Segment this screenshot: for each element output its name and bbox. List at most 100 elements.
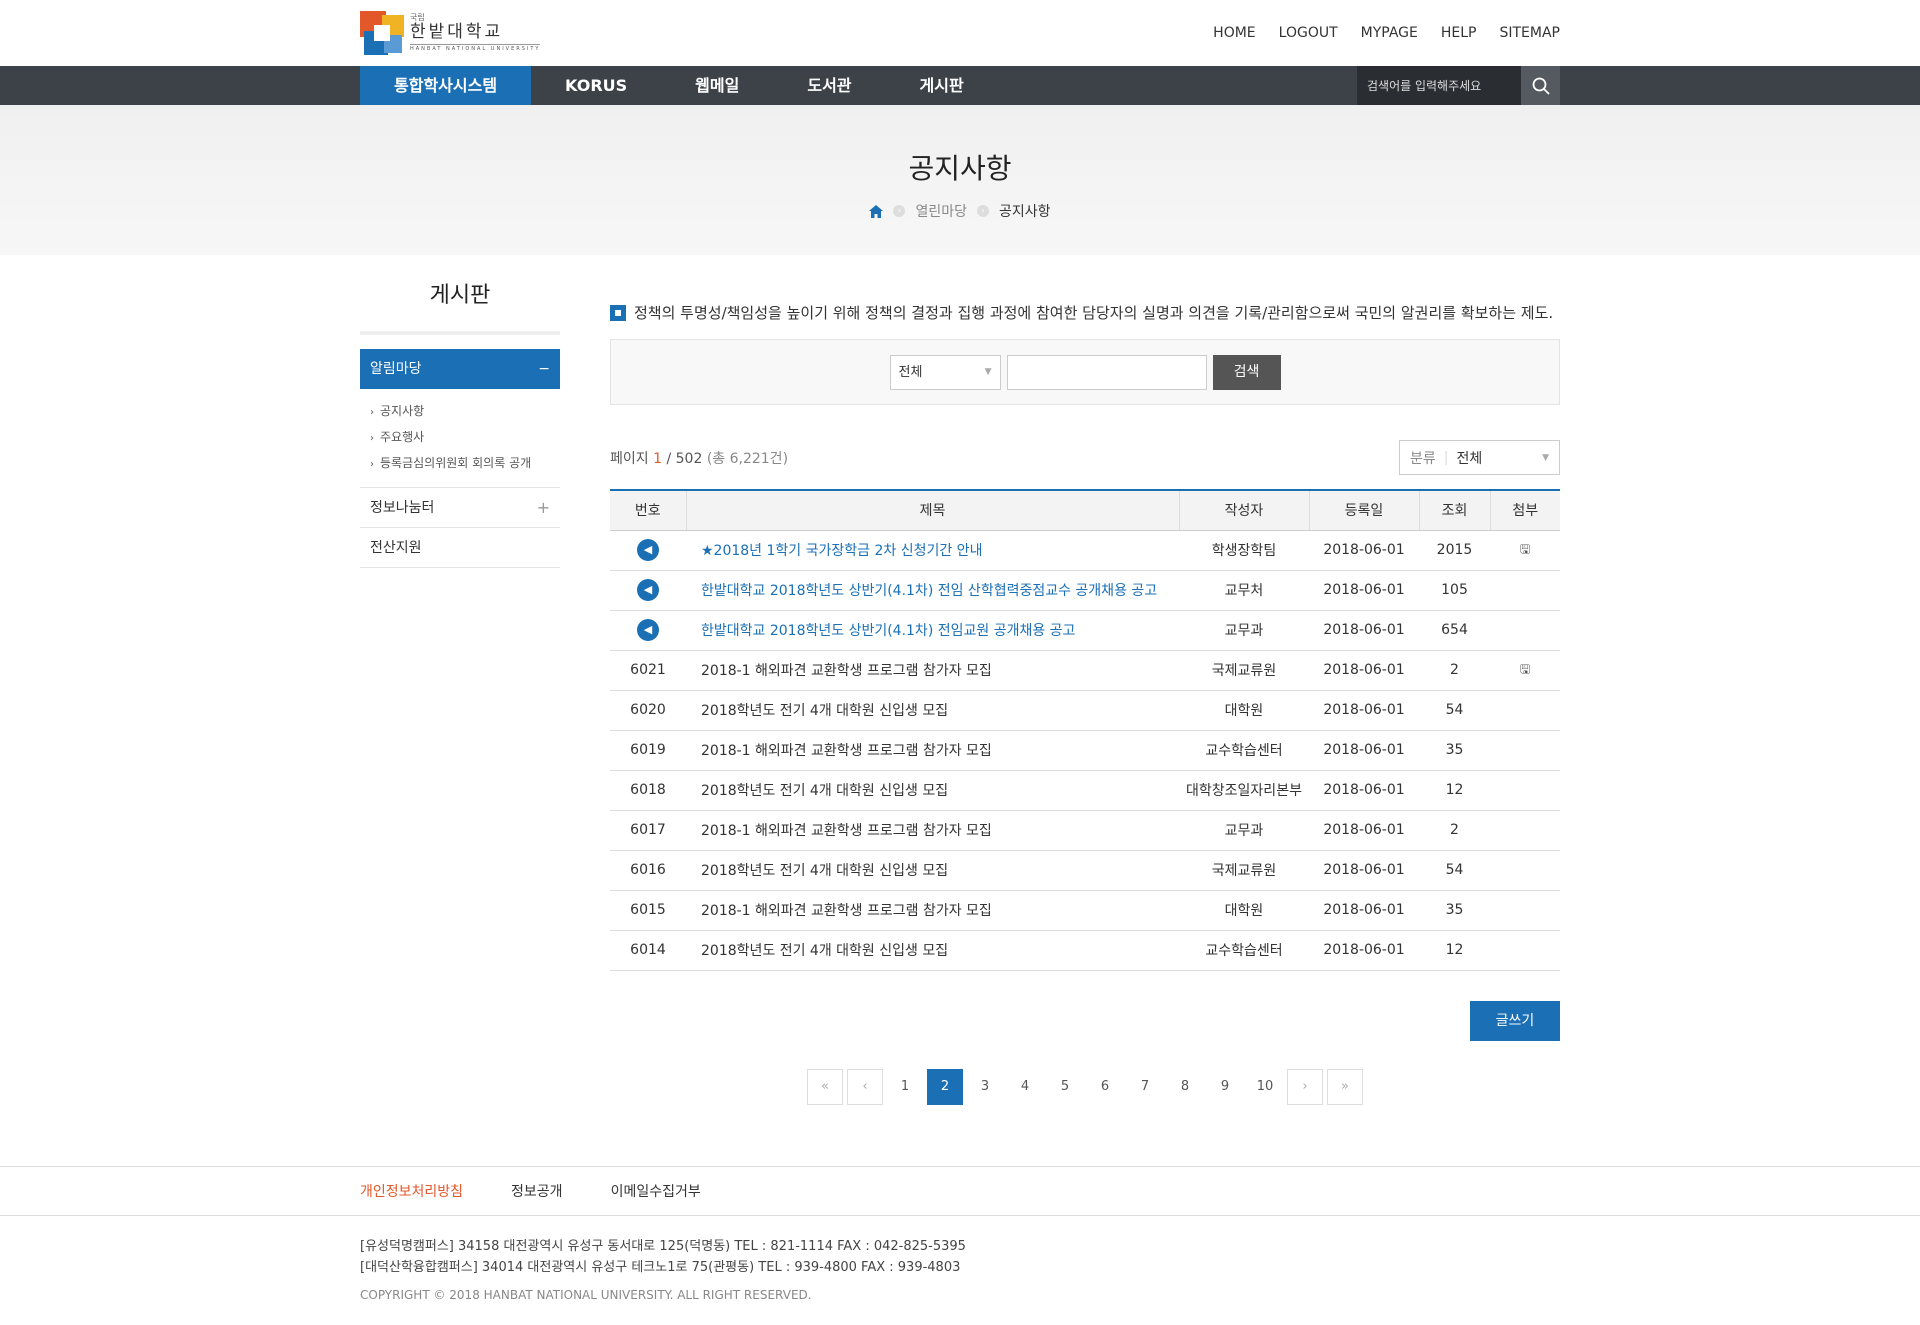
first-page-icon[interactable]: « [807, 1068, 843, 1105]
cell-title[interactable]: ★2018년 1학기 국가장학금 2차 신청기간 안내 [686, 530, 1179, 571]
row-title-link[interactable]: 2018학년도 전기 4개 대학원 신입생 모집 [701, 943, 948, 959]
lnb-item-label: 전산지원 [370, 540, 422, 556]
cell-title[interactable]: 2018-1 해외파견 교환학생 프로그램 참가자 모집 [686, 650, 1179, 691]
table-row[interactable]: ◀ 한밭대학교 2018학년도 상반기(4.1차) 전임 산학협력중점교수 공개채… [610, 570, 1560, 611]
cell-views: 35 [1419, 730, 1490, 771]
row-title-link[interactable]: 2018학년도 전기 4개 대학원 신입생 모집 [701, 863, 948, 879]
lnb-sub-tuition-minutes[interactable]: 등록금심의위원회 회의록 공개 [370, 451, 550, 477]
cell-author: 교무처 [1179, 570, 1309, 611]
cell-title[interactable]: 2018학년도 전기 4개 대학원 신입생 모집 [686, 850, 1179, 891]
table-row[interactable]: 6014 2018학년도 전기 4개 대학원 신입생 모집 교수학습센터 2018-0… [610, 930, 1560, 971]
gnb-item-board[interactable]: 게시판 [886, 66, 998, 105]
category-divider: | [1443, 449, 1449, 466]
row-title-link[interactable]: 한밭대학교 2018학년도 상반기(4.1차) 전임교원 공개채용 공고 [701, 623, 1075, 639]
bullet-square-icon [610, 305, 626, 321]
page-number-1[interactable]: 1 [887, 1069, 923, 1105]
footer-email-refusal-link[interactable]: 이메일수집거부 [611, 1181, 701, 1201]
footer-disclosure-link[interactable]: 정보공개 [511, 1181, 563, 1201]
gnb-search [1357, 66, 1560, 105]
util-mypage-link[interactable]: MYPAGE [1361, 25, 1418, 41]
util-home-link[interactable]: HOME [1213, 25, 1255, 41]
row-number: 6021 [630, 662, 666, 678]
cell-date: 2018-06-01 [1309, 770, 1419, 811]
board-search-input[interactable] [1006, 354, 1207, 390]
pagination: « ‹ 1 2 3 4 5 6 7 8 9 10 › » [610, 1068, 1560, 1105]
breadcrumb-item[interactable]: 열린마당 [915, 201, 967, 221]
lnb-sub-notice[interactable]: 공지사항 [370, 399, 550, 425]
cell-attach [1490, 890, 1560, 931]
footer-address-1: [유성덕명캠퍼스] 34158 대전광역시 유성구 동서대로 125(덕명동) … [360, 1239, 966, 1254]
table-row[interactable]: 6019 2018-1 해외파견 교환학생 프로그램 참가자 모집 교수학습센터 20… [610, 730, 1560, 771]
page-number-3[interactable]: 3 [967, 1069, 1003, 1105]
lnb-item-info-share[interactable]: 정보나눔터 + [360, 488, 560, 528]
home-icon[interactable] [869, 204, 884, 218]
row-number: 6020 [630, 702, 666, 718]
write-button[interactable]: 글쓰기 [1470, 1000, 1560, 1041]
page-number-8[interactable]: 8 [1167, 1069, 1203, 1105]
row-title-link[interactable]: ★2018년 1학기 국가장학금 2차 신청기간 안내 [701, 543, 982, 559]
table-row[interactable]: ◀ 한밭대학교 2018학년도 상반기(4.1차) 전임교원 공개채용 공고 교무과… [610, 610, 1560, 651]
cell-title[interactable]: 2018-1 해외파견 교환학생 프로그램 참가자 모집 [686, 810, 1179, 851]
row-title-link[interactable]: 2018-1 해외파견 교환학생 프로그램 참가자 모집 [701, 903, 992, 919]
gnb-item-academic[interactable]: 통합학사시스템 [360, 66, 532, 105]
cell-author: 학생장학팀 [1179, 530, 1309, 571]
table-row[interactable]: 6015 2018-1 해외파견 교환학생 프로그램 참가자 모집 대학원 2018-… [610, 890, 1560, 931]
cell-date: 2018-06-01 [1309, 890, 1419, 931]
table-row[interactable]: 6017 2018-1 해외파견 교환학생 프로그램 참가자 모집 교무과 2018-… [610, 810, 1560, 851]
cell-title[interactable]: 한밭대학교 2018학년도 상반기(4.1차) 전임 산학협력중점교수 공개채용… [686, 570, 1179, 611]
page-number-2[interactable]: 2 [927, 1068, 963, 1105]
gnb-search-button[interactable] [1521, 66, 1560, 105]
row-number: 6016 [630, 862, 666, 878]
gnb-item-library[interactable]: 도서관 [773, 66, 885, 105]
board-search-button[interactable]: 검색 [1212, 354, 1281, 390]
table-row[interactable]: 6018 2018학년도 전기 4개 대학원 신입생 모집 대학창조일자리본부 201… [610, 770, 1560, 811]
row-title-link[interactable]: 2018학년도 전기 4개 대학원 신입생 모집 [701, 783, 948, 799]
lnb-item-it-support[interactable]: 전산지원 [360, 528, 560, 568]
table-row[interactable]: 6016 2018학년도 전기 4개 대학원 신입생 모집 국제교류원 2018-06… [610, 850, 1560, 891]
attachment-icon[interactable]: 🖫 [1520, 542, 1530, 556]
cell-title[interactable]: 2018-1 해외파견 교환학생 프로그램 참가자 모집 [686, 890, 1179, 931]
row-title-link[interactable]: 2018학년도 전기 4개 대학원 신입생 모집 [701, 703, 948, 719]
breadcrumb-current: 공지사항 [999, 204, 1051, 220]
page-number-4[interactable]: 4 [1007, 1069, 1043, 1105]
lnb-sub-events[interactable]: 주요행사 [370, 425, 550, 451]
gnb-item-korus[interactable]: KORUS [531, 66, 661, 105]
gnb-search-input[interactable] [1357, 66, 1521, 105]
row-title-link[interactable]: 2018-1 해외파견 교환학생 프로그램 참가자 모집 [701, 663, 992, 679]
util-sitemap-link[interactable]: SITEMAP [1499, 25, 1560, 41]
footer-privacy-link[interactable]: 개인정보처리방침 [360, 1181, 463, 1201]
cell-title[interactable]: 2018학년도 전기 4개 대학원 신입생 모집 [686, 690, 1179, 731]
page-number-6[interactable]: 6 [1087, 1069, 1123, 1105]
last-page-icon[interactable]: » [1327, 1068, 1363, 1105]
megaphone-icon: ◀ [637, 619, 659, 641]
table-row[interactable]: ◀ ★2018년 1학기 국가장학금 2차 신청기간 안내 학생장학팀 2018-06… [610, 530, 1560, 571]
search-icon [1532, 77, 1550, 95]
next-page-icon[interactable]: › [1287, 1068, 1323, 1105]
util-logout-link[interactable]: LOGOUT [1279, 25, 1338, 41]
prev-page-icon[interactable]: ‹ [847, 1068, 883, 1105]
attachment-icon[interactable]: 🖫 [1520, 662, 1530, 676]
page-number-10[interactable]: 10 [1247, 1069, 1283, 1105]
cell-title[interactable]: 2018학년도 전기 4개 대학원 신입생 모집 [686, 930, 1179, 971]
row-title-link[interactable]: 한밭대학교 2018학년도 상반기(4.1차) 전임 산학협력중점교수 공개채용… [701, 583, 1157, 599]
lnb-item-notice-group[interactable]: 알림마당 − [360, 349, 560, 389]
university-logo[interactable]: 국립 한밭대학교 HANBAT NATIONAL UNIVERSITY [360, 11, 541, 55]
logo-mark-icon [360, 11, 404, 55]
util-help-link[interactable]: HELP [1441, 25, 1477, 41]
category-select[interactable]: 분류 | 전체 ▼ [1399, 440, 1560, 475]
search-type-select[interactable]: 전체 ▼ [889, 354, 1001, 390]
row-title-link[interactable]: 2018-1 해외파견 교환학생 프로그램 참가자 모집 [701, 743, 992, 759]
page-number-5[interactable]: 5 [1047, 1069, 1083, 1105]
table-row[interactable]: 6021 2018-1 해외파견 교환학생 프로그램 참가자 모집 국제교류원 201… [610, 650, 1560, 691]
table-row[interactable]: 6020 2018학년도 전기 4개 대학원 신입생 모집 대학원 2018-06-0… [610, 690, 1560, 731]
page-number-9[interactable]: 9 [1207, 1069, 1243, 1105]
top-header: 국립 한밭대학교 HANBAT NATIONAL UNIVERSITY HOME… [0, 0, 1920, 66]
cell-views: 12 [1419, 770, 1490, 811]
cell-title[interactable]: 2018학년도 전기 4개 대학원 신입생 모집 [686, 770, 1179, 811]
cell-title[interactable]: 한밭대학교 2018학년도 상반기(4.1차) 전임교원 공개채용 공고 [686, 610, 1179, 651]
row-title-link[interactable]: 2018-1 해외파견 교환학생 프로그램 참가자 모집 [701, 823, 992, 839]
page-number-7[interactable]: 7 [1127, 1069, 1163, 1105]
row-number: 6015 [630, 902, 666, 918]
gnb-item-webmail[interactable]: 웹메일 [661, 66, 773, 105]
cell-title[interactable]: 2018-1 해외파견 교환학생 프로그램 참가자 모집 [686, 730, 1179, 771]
